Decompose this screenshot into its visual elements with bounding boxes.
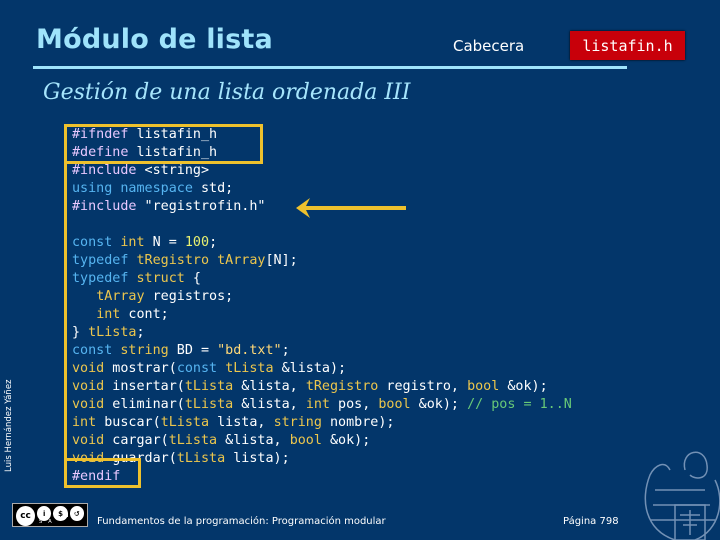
title-rule — [33, 66, 327, 69]
slide-subtitle: Gestión de una lista ordenada III — [43, 80, 411, 105]
title-rule-right — [327, 66, 627, 69]
arrow-left-icon — [296, 198, 406, 218]
license-labels: BY NC SA — [39, 513, 85, 525]
endif-highlight-box — [64, 458, 141, 488]
cc-license-badge: cc i $ ↺ BY NC SA — [12, 503, 88, 527]
file-badge: listafin.h — [570, 31, 685, 60]
guard-highlight-box — [64, 124, 263, 164]
slide-title: Módulo de lista — [36, 24, 273, 55]
cc-icon: cc — [16, 506, 36, 526]
footer-course: Fundamentos de la programación: Programa… — [97, 516, 386, 527]
section-label: Cabecera — [453, 37, 525, 55]
include-guard-outline — [64, 161, 67, 461]
code-body: const int N = 100; typedef tRegistro tAr… — [72, 235, 572, 484]
university-seal-icon — [644, 451, 720, 540]
page-number: Página 798 — [563, 516, 619, 527]
author-sidebar: Luis Hernández Yáñez — [4, 379, 14, 472]
